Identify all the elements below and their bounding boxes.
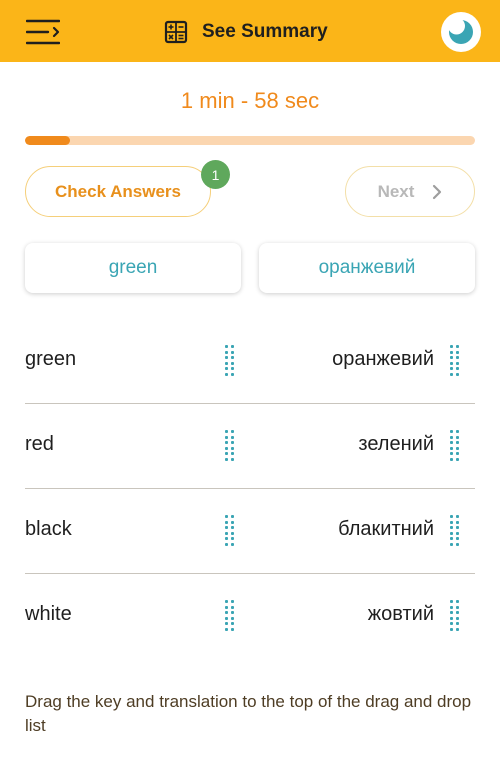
key-word: black — [25, 518, 72, 540]
menu-collapse-icon — [25, 19, 61, 45]
drag-handle-icon[interactable] — [225, 345, 235, 377]
translation-word: оранжевий — [332, 348, 434, 370]
pair-row: red зелений — [25, 404, 475, 489]
translation-word: зелений — [358, 433, 434, 455]
quiz-timer: 1 min - 58 sec — [180, 88, 320, 113]
selected-translation-card[interactable]: оранжевий — [259, 243, 475, 293]
see-summary-label: See Summary — [202, 21, 328, 42]
moon-icon — [448, 17, 473, 44]
calculator-icon — [164, 20, 188, 44]
drag-handle-icon[interactable] — [450, 345, 460, 377]
chevron-right-icon — [433, 184, 442, 199]
pair-row: black блакитний — [25, 489, 475, 574]
theme-toggle-button[interactable] — [441, 12, 481, 52]
pair-row: green оранжевий — [25, 319, 475, 404]
drag-handle-icon[interactable] — [225, 515, 235, 547]
key-word: red — [25, 433, 54, 455]
key-word: white — [25, 603, 72, 625]
drag-handle-icon[interactable] — [225, 430, 235, 462]
next-button[interactable]: Next — [345, 166, 475, 217]
drag-drop-list: green оранжевий red зелений black блакит… — [25, 319, 475, 659]
check-answers-badge: 1 — [201, 160, 230, 189]
app-header: See Summary — [0, 0, 500, 62]
translation-word: блакитний — [338, 518, 434, 540]
translation-word: жовтий — [367, 603, 434, 625]
quiz-progress-fill — [25, 136, 70, 145]
drag-handle-icon[interactable] — [450, 515, 460, 547]
check-answers-button[interactable]: Check Answers — [25, 166, 211, 217]
next-label: Next — [377, 181, 415, 201]
menu-button[interactable] — [25, 18, 61, 46]
drag-handle-icon[interactable] — [225, 600, 235, 632]
drag-handle-icon[interactable] — [450, 600, 460, 632]
instructions-text: Drag the key and translation to the top … — [25, 692, 472, 735]
key-word: green — [25, 348, 77, 370]
drag-handle-icon[interactable] — [450, 430, 460, 462]
quiz-progress-bar — [25, 136, 475, 145]
selected-key-card[interactable]: green — [25, 243, 241, 293]
see-summary-button[interactable]: See Summary — [164, 18, 328, 46]
pair-row: white жовтий — [25, 574, 475, 659]
